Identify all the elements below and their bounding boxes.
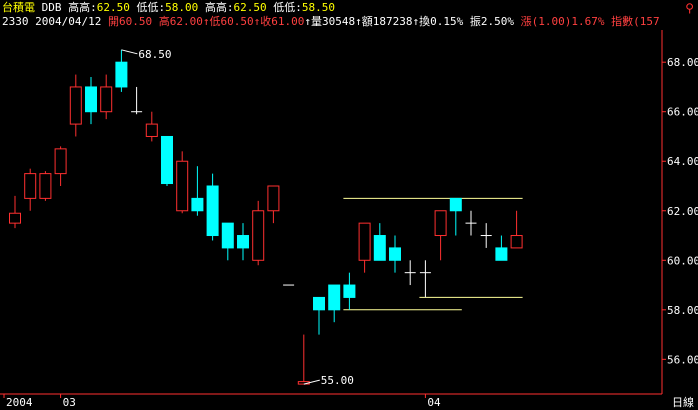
candle-body: [176, 160, 189, 212]
y-tick-label: 60.00: [667, 254, 698, 267]
candle-body: [221, 222, 234, 249]
candle-body: [358, 222, 371, 261]
candle-body: [237, 235, 249, 249]
candle-body: [206, 185, 219, 237]
annotation-leader: [121, 49, 138, 55]
y-tick-label: 56.00: [667, 353, 698, 366]
candle-body: [161, 135, 173, 185]
y-tick-label: 58.00: [667, 304, 698, 317]
annotation-label: 55.00: [321, 374, 354, 387]
candle-body: [267, 185, 280, 212]
candle-body: [343, 284, 356, 298]
candle-body: [85, 86, 97, 113]
candle-body: [39, 173, 52, 199]
candle-body: [9, 212, 21, 224]
candle-body: [495, 247, 508, 261]
candle-body: [252, 210, 265, 261]
annotation-label: 68.50: [138, 48, 171, 61]
period-corner-label: 日線: [672, 395, 694, 409]
candle-body: [510, 235, 523, 249]
candle-body: [373, 235, 386, 261]
y-tick-label: 68.00: [667, 56, 698, 69]
y-tick-label: 62.00: [667, 205, 698, 218]
x-tick-label: 04: [427, 396, 441, 409]
candle-body: [100, 86, 113, 113]
y-tick-label: 64.00: [667, 155, 698, 168]
candle-body: [434, 210, 447, 237]
x-tick-label: 2004: [6, 396, 33, 409]
candle-body: [449, 197, 462, 212]
candle-body: [69, 86, 82, 125]
candle-body: [54, 148, 67, 175]
candle-body: [115, 61, 128, 88]
candle-body: [389, 247, 401, 261]
candle-body: [328, 284, 341, 311]
y-tick-label: 66.00: [667, 106, 698, 119]
candle-body: [191, 197, 204, 212]
x-tick-label: 03: [63, 396, 76, 409]
candle-body: [24, 173, 37, 199]
candle-body: [145, 123, 158, 137]
candlestick-chart: 56.00 58.00 60.00 62.00 64.00 66.00 68.00 2004 0…: [0, 30, 698, 409]
candle-body: [313, 296, 325, 311]
